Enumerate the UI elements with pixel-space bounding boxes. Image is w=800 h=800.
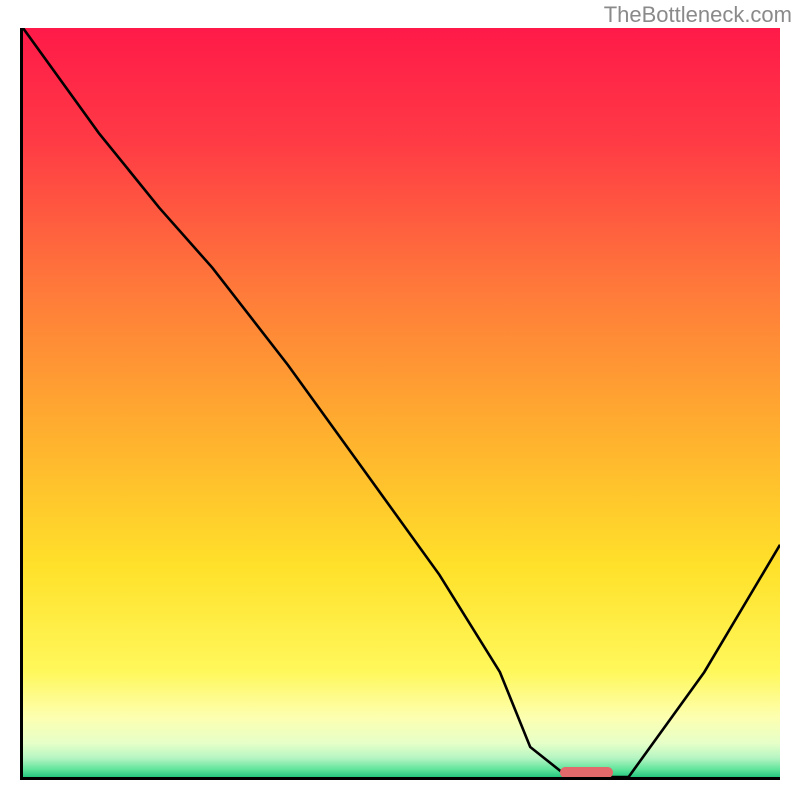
curve-line xyxy=(23,28,780,777)
baseline-marker xyxy=(560,767,613,777)
plot-area xyxy=(23,28,780,777)
watermark-text: TheBottleneck.com xyxy=(604,2,792,28)
